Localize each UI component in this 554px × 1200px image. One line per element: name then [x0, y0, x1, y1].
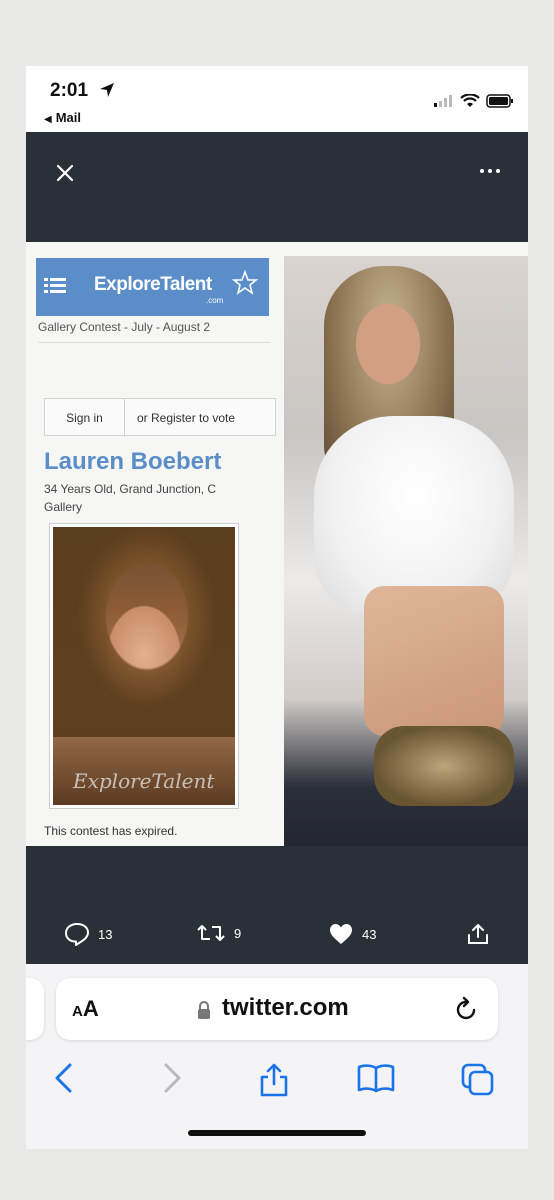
- reader-aa-button[interactable]: AA: [72, 996, 99, 1022]
- share-icon: [468, 924, 488, 944]
- profile-meta: 34 Years Old, Grand Junction, C: [44, 482, 217, 496]
- status-bar: 2:01 ◀ Mail: [26, 66, 528, 132]
- home-indicator[interactable]: [188, 1130, 366, 1136]
- heart-icon: [330, 924, 352, 944]
- lock-icon: [198, 1001, 210, 1019]
- explore-talent-header: ExploreTalent .com: [36, 258, 269, 316]
- reload-icon[interactable]: [454, 996, 480, 1024]
- previous-tab-edge[interactable]: [26, 978, 44, 1040]
- phone-screen: 2:01 ◀ Mail ExploreTalent .com Gallery C…: [26, 66, 528, 1149]
- location-arrow-icon: [100, 83, 114, 97]
- share-tweet-button[interactable]: [466, 922, 490, 946]
- share-icon[interactable]: [258, 1062, 290, 1098]
- full-length-photo: [284, 256, 528, 846]
- back-to-app-link[interactable]: ◀ Mail: [44, 110, 81, 125]
- reply-button[interactable]: 13: [64, 922, 112, 946]
- like-count: 43: [362, 926, 377, 942]
- back-triangle-icon: ◀: [44, 114, 52, 125]
- address-bar[interactable]: AA twitter.com: [56, 978, 498, 1040]
- profile-portrait-photo: ExploreTalent: [50, 524, 238, 808]
- status-time: 2:01: [50, 80, 89, 101]
- photo-shoes: [374, 726, 514, 806]
- wifi-icon: [460, 94, 480, 107]
- star-icon: [232, 270, 258, 295]
- reply-icon: [65, 923, 89, 946]
- divider: [38, 342, 270, 343]
- status-indicators: [434, 94, 514, 108]
- explore-talent-logo: ExploreTalent: [94, 274, 212, 295]
- photo-face: [356, 304, 420, 384]
- cellular-signal-icon: [434, 95, 452, 107]
- battery-icon: [486, 94, 513, 108]
- profile-name: Lauren Boebert: [44, 448, 222, 475]
- url-text: twitter.com: [222, 994, 349, 1021]
- portrait-hair: [53, 527, 235, 737]
- explore-talent-logo-sub: .com: [206, 296, 224, 305]
- gallery-contest-line: Gallery Contest - July - August 2: [38, 320, 211, 334]
- retweet-button[interactable]: 9: [196, 922, 241, 944]
- list-icon: [44, 278, 66, 293]
- photo-legs: [364, 586, 504, 736]
- tabs-icon[interactable]: [460, 1062, 496, 1098]
- contest-expired-text: This contest has expired.: [44, 824, 178, 838]
- reply-count: 13: [98, 926, 113, 942]
- like-button[interactable]: 43: [328, 922, 376, 946]
- safari-bottom-bar: AA twitter.com: [26, 964, 528, 1149]
- back-app-label: Mail: [55, 110, 81, 125]
- auth-box: Sign in or Register to vote: [44, 398, 276, 437]
- register-to-vote-link: or Register to vote: [137, 411, 236, 425]
- sign-in-button: Sign in: [45, 399, 125, 437]
- retweet-icon: [197, 925, 225, 941]
- profile-gallery-label: Gallery: [44, 500, 83, 514]
- bookmarks-icon[interactable]: [356, 1062, 396, 1094]
- retweet-count: 9: [234, 925, 242, 941]
- close-icon[interactable]: [54, 162, 76, 184]
- portrait-watermark: ExploreTalent: [73, 769, 215, 793]
- back-chevron-icon[interactable]: [52, 1062, 76, 1094]
- tweet-media-image[interactable]: ExploreTalent .com Gallery Contest - Jul…: [26, 242, 528, 846]
- forward-chevron-icon[interactable]: [160, 1062, 184, 1094]
- tweet-actions: 13 9 43: [26, 918, 528, 948]
- safari-toolbar: [26, 1056, 528, 1100]
- more-options-icon[interactable]: [478, 166, 502, 176]
